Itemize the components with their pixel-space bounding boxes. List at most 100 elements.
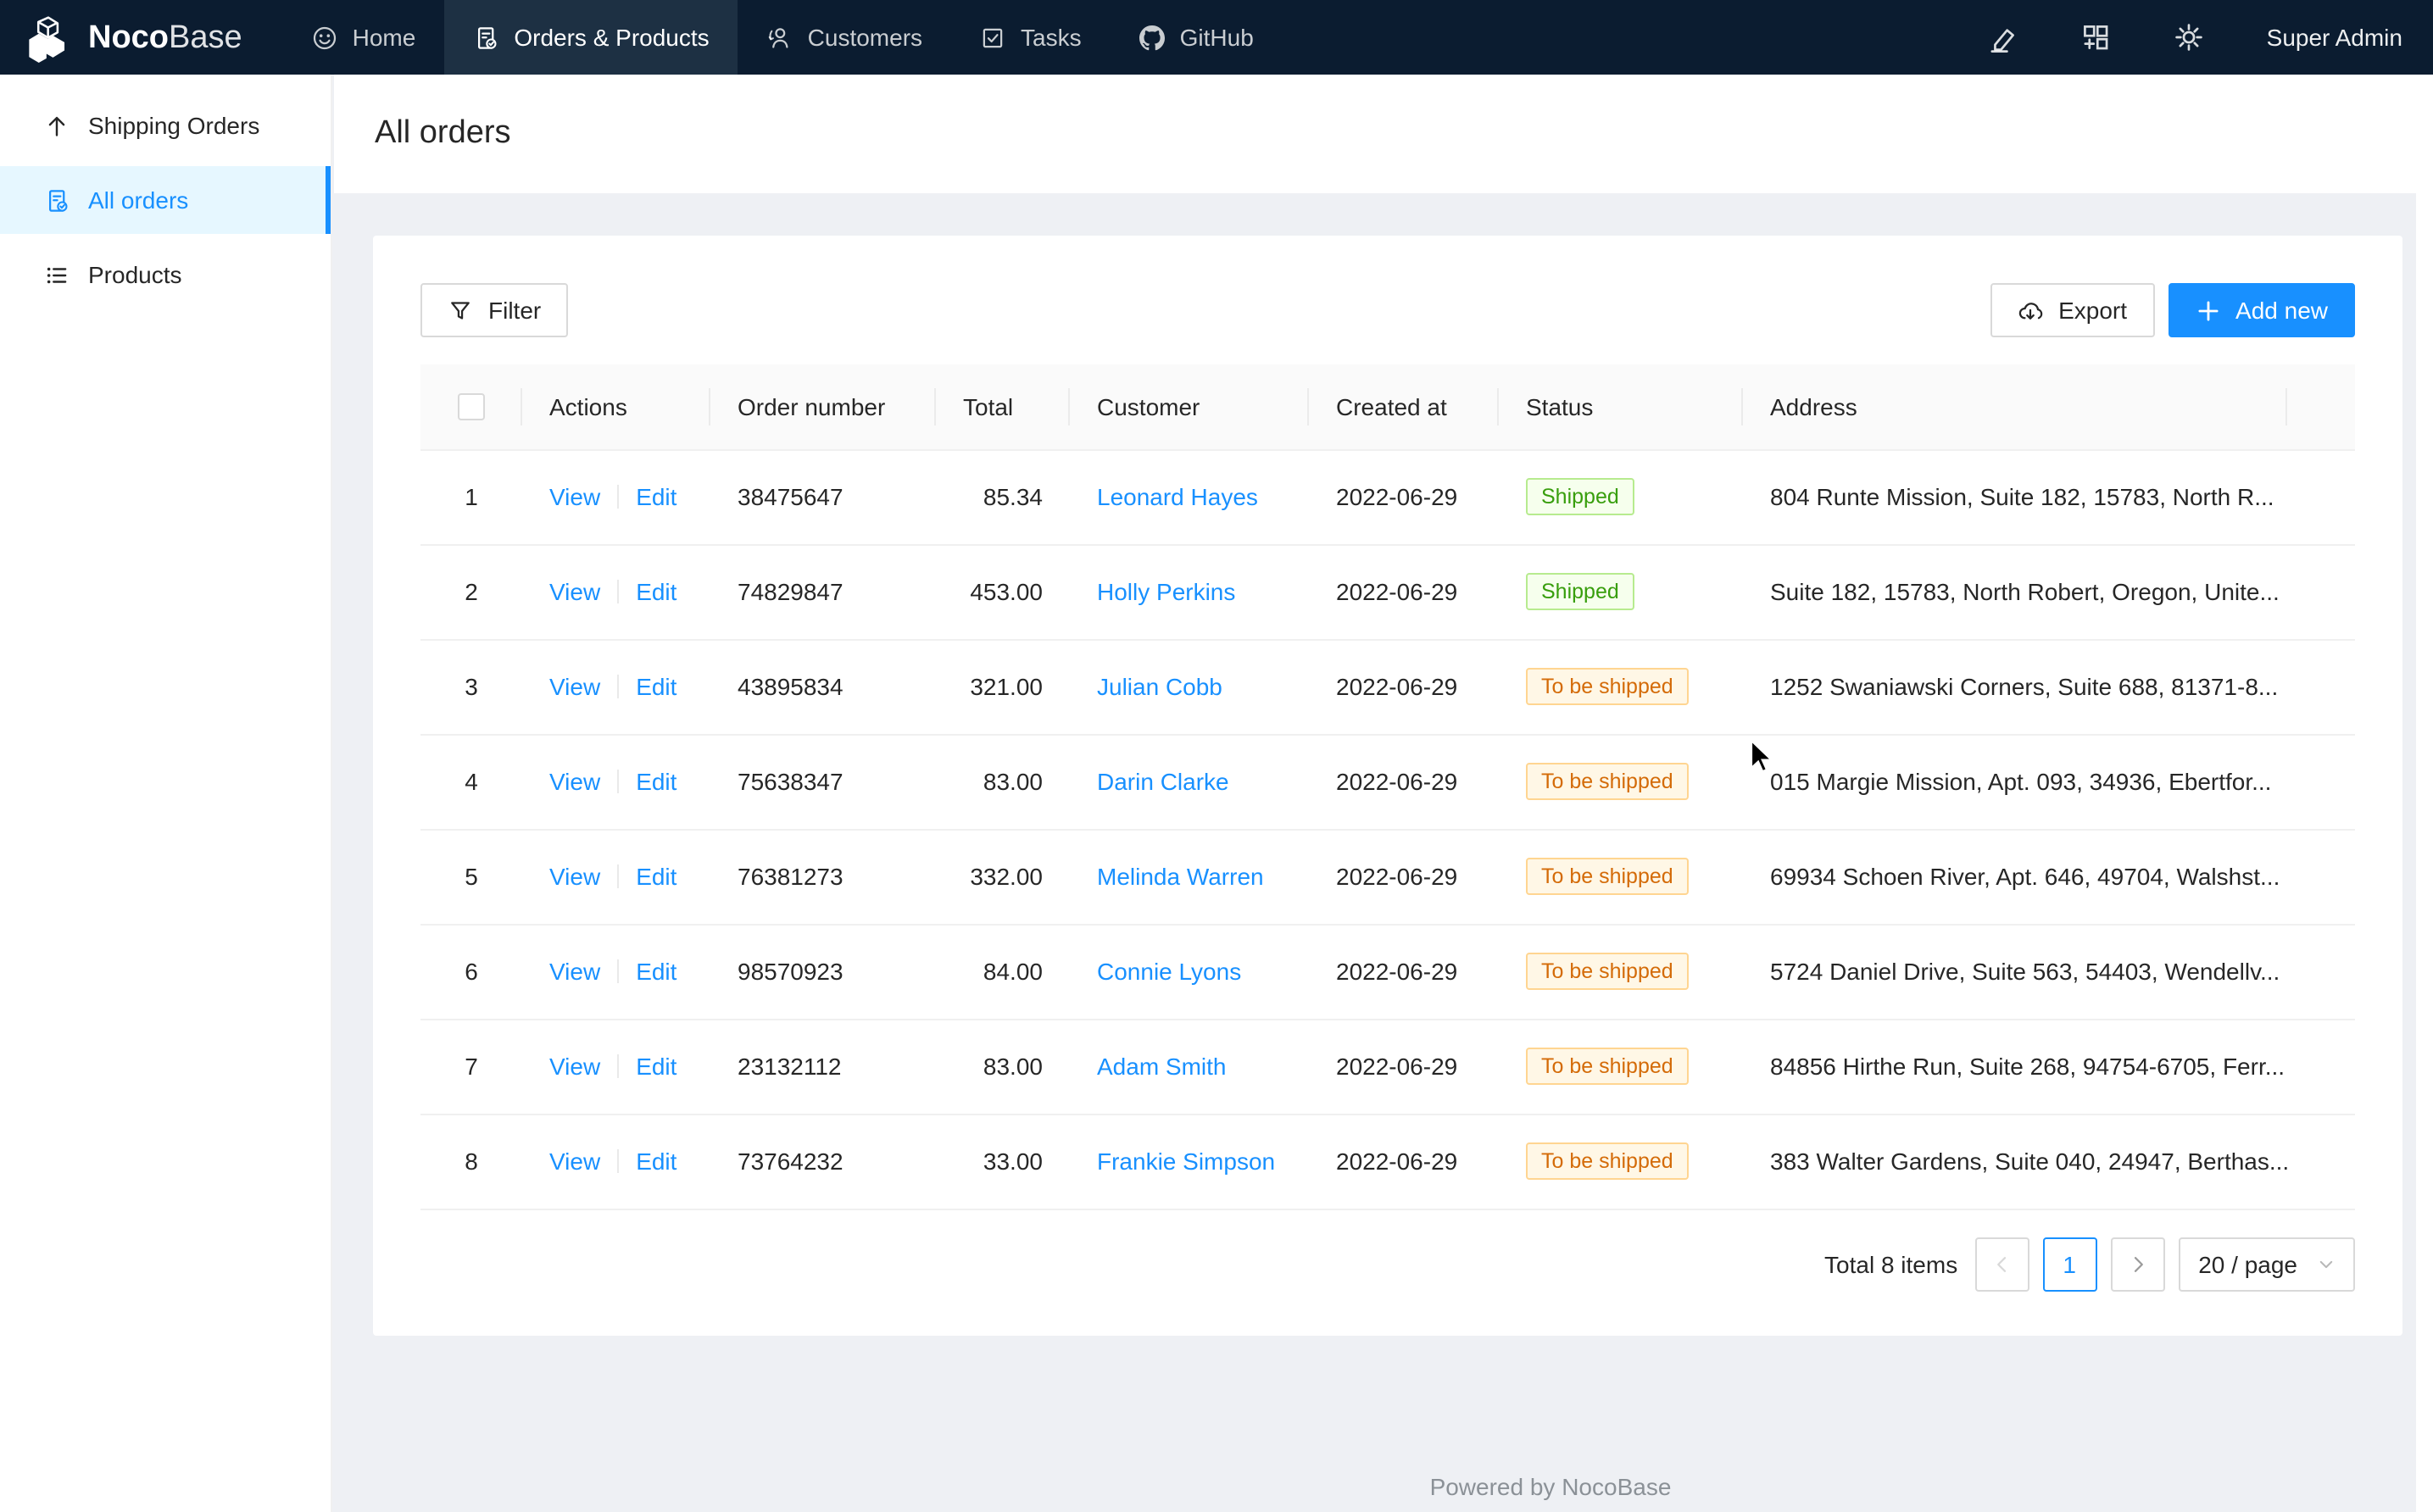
- edit-link[interactable]: Edit: [636, 863, 676, 890]
- status-badge: To be shipped: [1526, 1142, 1689, 1180]
- customer-link[interactable]: Frankie Simpson: [1097, 1148, 1275, 1175]
- row-actions: View Edit: [522, 544, 710, 639]
- customer-cell: Melinda Warren: [1070, 829, 1309, 924]
- action-divider: [617, 1054, 619, 1078]
- row-actions: View Edit: [522, 449, 710, 544]
- top-navbar: NocoBase Home Orders & Products Customer…: [0, 0, 2433, 75]
- row-actions: View Edit: [522, 1019, 710, 1114]
- customer-link[interactable]: Darin Clarke: [1097, 768, 1229, 795]
- total-cell: 84.00: [936, 924, 1070, 1019]
- table-row: 2 ViewEdit 74829847 453.00 Holly Perkins…: [420, 544, 2355, 639]
- pagination-prev-button[interactable]: [1974, 1237, 2029, 1291]
- filter-button[interactable]: Filter: [420, 283, 568, 337]
- order-number-cell: 98570923: [710, 924, 936, 1019]
- sidebar-item-all-orders[interactable]: All orders: [0, 166, 331, 234]
- view-link[interactable]: View: [549, 863, 600, 890]
- address-cell: 383 Walter Gardens, Suite 040, 24947, Be…: [1743, 1114, 2287, 1209]
- order-number-cell: 73764232: [710, 1114, 936, 1209]
- user-menu[interactable]: Super Admin: [2267, 24, 2402, 51]
- action-divider: [617, 770, 619, 793]
- status-cell: To be shipped: [1499, 639, 1743, 734]
- view-link[interactable]: View: [549, 768, 600, 795]
- edit-link[interactable]: Edit: [636, 768, 676, 795]
- sidebar: Shipping Orders All orders Products: [0, 75, 332, 1512]
- menu-item-github[interactable]: GitHub: [1111, 0, 1283, 75]
- total-cell: 83.00: [936, 1019, 1070, 1114]
- total-cell: 33.00: [936, 1114, 1070, 1209]
- settings-button[interactable]: [2174, 22, 2204, 53]
- customer-link[interactable]: Adam Smith: [1097, 1053, 1227, 1080]
- column-header-actions: Actions: [522, 364, 710, 449]
- status-badge: To be shipped: [1526, 1048, 1689, 1085]
- page-header: All orders: [334, 75, 2433, 193]
- add-new-button[interactable]: Add new: [2168, 283, 2355, 337]
- status-cell: To be shipped: [1499, 734, 1743, 829]
- pagination-next-button[interactable]: [2110, 1237, 2164, 1291]
- edit-link[interactable]: Edit: [636, 1148, 676, 1175]
- table-row: 7 ViewEdit 23132112 83.00 Adam Smith 202…: [420, 1019, 2355, 1114]
- scrollbar-track[interactable]: [2416, 75, 2433, 1512]
- table-body: 1 ViewEdit 38475647 85.34 Leonard Hayes …: [420, 449, 2355, 1209]
- customer-cell: Darin Clarke: [1070, 734, 1309, 829]
- status-badge: Shipped: [1526, 478, 1634, 515]
- order-number-cell: 75638347: [710, 734, 936, 829]
- page-size-select[interactable]: 20 / page: [2178, 1237, 2355, 1291]
- customer-link[interactable]: Julian Cobb: [1097, 673, 1222, 700]
- view-link[interactable]: View: [549, 673, 600, 700]
- edit-link[interactable]: Edit: [636, 958, 676, 985]
- menu-item-tasks[interactable]: Tasks: [951, 0, 1111, 75]
- edit-link[interactable]: Edit: [636, 578, 676, 605]
- table-toolbar: Filter Export Add new: [420, 283, 2355, 337]
- menu-item-label: Customers: [808, 24, 922, 51]
- ui-editor-button[interactable]: [1987, 22, 2018, 53]
- menu-item-customers[interactable]: Customers: [738, 0, 951, 75]
- add-new-button-label: Add new: [2235, 297, 2328, 324]
- table-header: Actions Order number Total Customer Crea…: [420, 364, 2355, 449]
- chevron-right-icon: [2127, 1254, 2147, 1274]
- main-menu: Home Orders & Products Customers Tasks G…: [283, 0, 1283, 75]
- total-cell: 332.00: [936, 829, 1070, 924]
- status-cell: To be shipped: [1499, 1019, 1743, 1114]
- orders-table: Actions Order number Total Customer Crea…: [420, 364, 2355, 1209]
- customer-link[interactable]: Melinda Warren: [1097, 863, 1264, 890]
- customer-link[interactable]: Leonard Hayes: [1097, 483, 1258, 510]
- customer-link[interactable]: Connie Lyons: [1097, 958, 1241, 985]
- view-link[interactable]: View: [549, 483, 600, 510]
- edit-link[interactable]: Edit: [636, 673, 676, 700]
- column-header-total: Total: [936, 364, 1070, 449]
- row-actions: View Edit: [522, 639, 710, 734]
- edit-link[interactable]: Edit: [636, 483, 676, 510]
- highlighter-icon: [1987, 22, 2018, 53]
- view-link[interactable]: View: [549, 1053, 600, 1080]
- action-divider: [617, 485, 619, 509]
- pagination-page-1[interactable]: 1: [2042, 1237, 2096, 1291]
- spacer-cell: [2287, 1019, 2355, 1114]
- total-cell: 83.00: [936, 734, 1070, 829]
- spacer-cell: [2287, 924, 2355, 1019]
- column-header-order-number: Order number: [710, 364, 936, 449]
- menu-item-label: GitHub: [1180, 24, 1254, 51]
- sidebar-item-products[interactable]: Products: [0, 241, 331, 309]
- view-link[interactable]: View: [549, 958, 600, 985]
- sidebar-item-label: Shipping Orders: [88, 112, 259, 139]
- filter-button-label: Filter: [488, 297, 541, 324]
- unordered-list-icon: [44, 262, 70, 287]
- chevron-left-icon: [1991, 1254, 2012, 1274]
- column-header-created-at: Created at: [1309, 364, 1499, 449]
- main-area: All orders Filter Export: [334, 75, 2433, 1512]
- view-link[interactable]: View: [549, 1148, 600, 1175]
- select-all-checkbox[interactable]: [458, 394, 485, 421]
- sidebar-item-shipping-orders[interactable]: Shipping Orders: [0, 92, 331, 159]
- row-index: 4: [420, 734, 522, 829]
- plugin-manager-button[interactable]: [2080, 22, 2111, 53]
- status-cell: To be shipped: [1499, 924, 1743, 1019]
- menu-item-home[interactable]: Home: [283, 0, 445, 75]
- view-link[interactable]: View: [549, 578, 600, 605]
- total-cell: 321.00: [936, 639, 1070, 734]
- menu-item-label: Tasks: [1021, 24, 1082, 51]
- edit-link[interactable]: Edit: [636, 1053, 676, 1080]
- menu-item-orders-products[interactable]: Orders & Products: [444, 0, 738, 75]
- customer-link[interactable]: Holly Perkins: [1097, 578, 1235, 605]
- gear-icon: [2174, 22, 2204, 53]
- export-button[interactable]: Export: [1990, 283, 2154, 337]
